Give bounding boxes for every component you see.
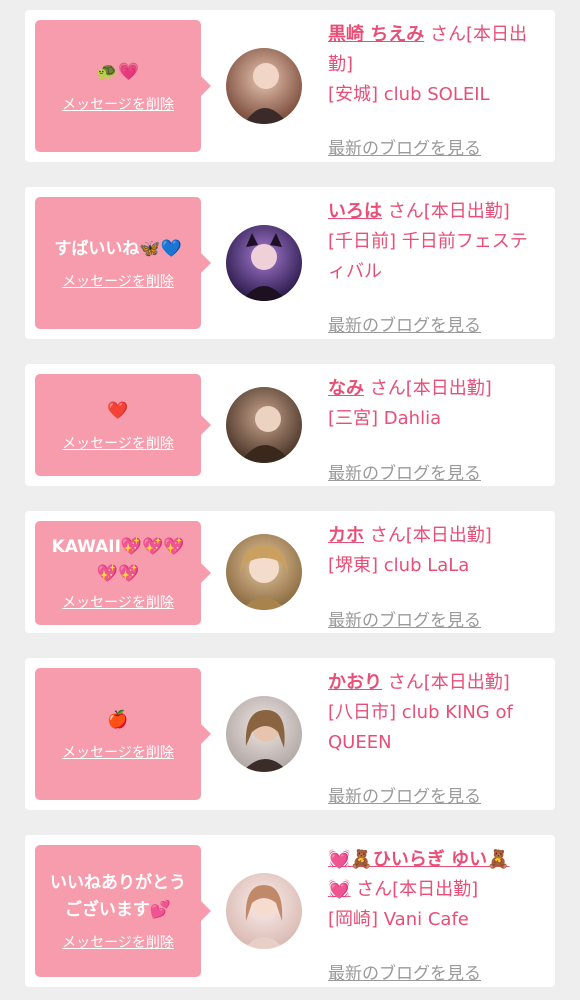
- cast-status: さん[本日出勤]: [364, 525, 492, 546]
- avatar[interactable]: [226, 696, 302, 772]
- message-text: すばいいね🦋💙: [54, 238, 182, 259]
- latest-blog-link[interactable]: 最新のブログを見る: [328, 606, 481, 636]
- avatar[interactable]: [226, 48, 302, 124]
- message-text: ❤️: [107, 400, 129, 421]
- cast-name-link[interactable]: なみ: [328, 378, 364, 399]
- latest-blog-link[interactable]: 最新のブログを見る: [328, 459, 481, 489]
- favorite-card: 🍎 メッセージを削除 かおり さん[本日出勤] [八日市] club KING …: [25, 658, 555, 810]
- shop-label: [岡崎] Vani Cafe: [328, 909, 469, 930]
- favorite-card: 🐢💗 メッセージを削除 黒崎 ちえみ さん[本日出勤] [安城] club SO…: [25, 10, 555, 162]
- favorite-card: すばいいね🦋💙 メッセージを削除 いろは さん[本日出勤] [千日前] 千日前フ…: [25, 187, 555, 339]
- cast-name-link[interactable]: かおり: [328, 672, 382, 693]
- message-text: KAWAII💖💖💖 💖💖: [51, 537, 185, 584]
- avatar[interactable]: [226, 387, 302, 463]
- message-text: 🍎: [107, 709, 129, 730]
- avatar[interactable]: [226, 225, 302, 301]
- cast-info: なみ さん[本日出勤] [三宮] Dahlia 最新のブログを見る: [328, 374, 543, 484]
- cast-info: かおり さん[本日出勤] [八日市] club KING of QUEEN 最新…: [328, 668, 543, 807]
- delete-message-link[interactable]: メッセージを削除: [62, 592, 174, 612]
- avatar[interactable]: [226, 534, 302, 610]
- message-text: 🐢💗: [96, 61, 140, 82]
- delete-message-link[interactable]: メッセージを削除: [62, 932, 174, 952]
- message-bubble: 🍎 メッセージを削除: [35, 668, 211, 800]
- message-bubble: ❤️ メッセージを削除: [35, 374, 211, 476]
- cast-status: さん[本日出勤]: [382, 201, 510, 222]
- delete-message-link[interactable]: メッセージを削除: [62, 94, 174, 114]
- cast-info: カホ さん[本日出勤] [堺東] club LaLa 最新のブログを見る: [328, 521, 543, 631]
- cast-info: 黒崎 ちえみ さん[本日出勤] [安城] club SOLEIL 最新のブログを…: [328, 20, 543, 159]
- cast-name-link[interactable]: いろは: [328, 201, 382, 222]
- delete-message-link[interactable]: メッセージを削除: [62, 742, 174, 762]
- cast-info: いろは さん[本日出勤] [千日前] 千日前フェスティバル 最新のブログを見る: [328, 197, 543, 336]
- message-bubble: すばいいね🦋💙 メッセージを削除: [35, 197, 211, 329]
- cast-name-link[interactable]: カホ: [328, 525, 364, 546]
- cast-status: さん[本日出勤]: [350, 879, 479, 900]
- cast-info: 💓🧸ひいらぎ ゆい🧸 💓 さん[本日出勤] [岡崎] Vani Cafe 最新の…: [328, 845, 543, 984]
- latest-blog-link[interactable]: 最新のブログを見る: [328, 782, 481, 812]
- message-bubble: 🐢💗 メッセージを削除: [35, 20, 211, 152]
- shop-label: [八日市] club KING of QUEEN: [328, 702, 513, 753]
- delete-message-link[interactable]: メッセージを削除: [62, 433, 174, 453]
- delete-message-link[interactable]: メッセージを削除: [62, 271, 174, 291]
- latest-blog-link[interactable]: 最新のブログを見る: [328, 134, 481, 164]
- message-bubble: KAWAII💖💖💖 💖💖 メッセージを削除: [35, 521, 211, 625]
- shop-label: [安城] club SOLEIL: [328, 84, 490, 105]
- latest-blog-link[interactable]: 最新のブログを見る: [328, 311, 481, 341]
- latest-blog-link[interactable]: 最新のブログを見る: [328, 959, 481, 989]
- message-text: いいねありがとう ございます💕: [50, 873, 186, 920]
- shop-label: [千日前] 千日前フェスティバル: [328, 231, 528, 282]
- shop-label: [三宮] Dahlia: [328, 408, 442, 429]
- cast-status: さん[本日出勤]: [364, 378, 492, 399]
- favorite-card: KAWAII💖💖💖 💖💖 メッセージを削除 カホ さん[本日出勤] [堺東] c…: [25, 511, 555, 633]
- cast-name-link[interactable]: 黒崎 ちえみ: [328, 24, 424, 45]
- favorite-card: いいねありがとう ございます💕 メッセージを削除 💓🧸ひいらぎ ゆい🧸 💓 さん…: [25, 835, 555, 987]
- avatar[interactable]: [226, 873, 302, 949]
- message-bubble: いいねありがとう ございます💕 メッセージを削除: [35, 845, 211, 977]
- cast-status: さん[本日出勤]: [382, 672, 510, 693]
- shop-label: [堺東] club LaLa: [328, 555, 470, 576]
- favorite-card: ❤️ メッセージを削除 なみ さん[本日出勤] [三宮] Dahlia 最新のブ…: [25, 364, 555, 486]
